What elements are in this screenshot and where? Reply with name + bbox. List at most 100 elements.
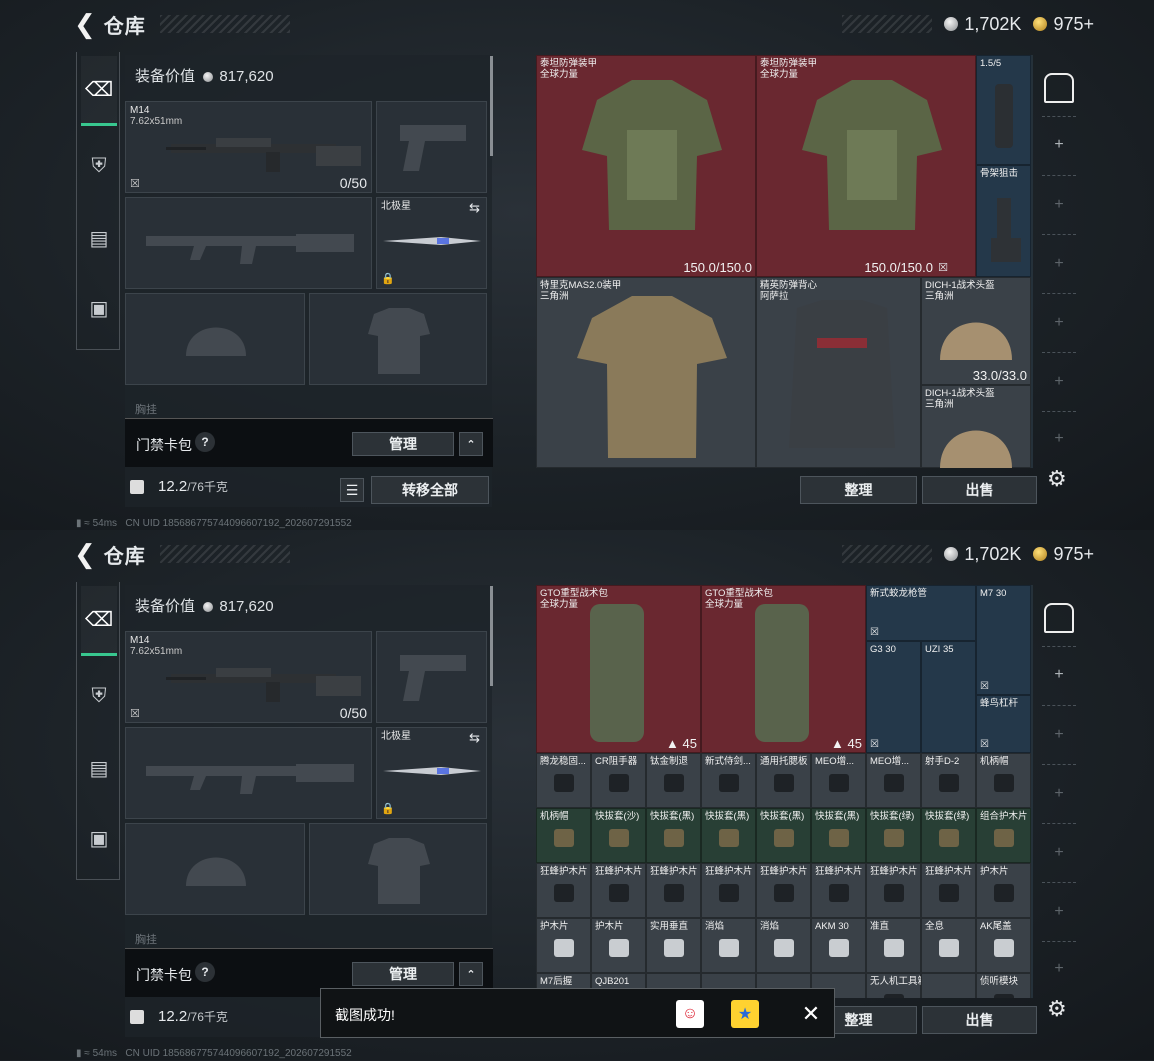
nav-briefcase-icon[interactable]: ▣ bbox=[81, 290, 117, 326]
stash-item[interactable]: 快拔套(沙) bbox=[591, 808, 646, 863]
stash-item[interactable]: 狂蜂护木片 bbox=[701, 863, 756, 918]
stash-item[interactable]: 狂蜂护木片 bbox=[811, 863, 866, 918]
stash-item[interactable]: 快拔套(绿) bbox=[866, 808, 921, 863]
equipment-scrollbar[interactable] bbox=[490, 586, 493, 686]
secondary-weapon-slot[interactable] bbox=[125, 197, 372, 289]
stash-item[interactable]: 骨架狙击 bbox=[976, 165, 1031, 277]
stash-item[interactable]: 新式侍剑... bbox=[701, 753, 756, 808]
swap-icon[interactable]: ⇆ bbox=[469, 730, 480, 746]
gold-amount[interactable]: 975+ bbox=[1053, 14, 1094, 35]
stash-home-icon[interactable] bbox=[1044, 73, 1074, 103]
stash-item[interactable]: G3 30 ☒ bbox=[866, 641, 921, 753]
gear-icon[interactable]: ⚙ bbox=[1047, 996, 1067, 1022]
melee-slot[interactable]: 北极星 ⇆ 🔒 bbox=[376, 197, 487, 289]
stash-item[interactable]: 泰坦防弹装甲 全球力量 150.0/150.0 bbox=[536, 55, 756, 277]
list-icon[interactable]: ☰ bbox=[340, 478, 364, 502]
stash-item[interactable]: AK尾盖 bbox=[976, 918, 1031, 973]
stash-item[interactable]: 特里克MAS2.0装甲 三角洲 bbox=[536, 277, 756, 468]
qzone-share-icon[interactable]: ★ bbox=[731, 1000, 759, 1028]
stash-item[interactable]: UZI 35 bbox=[921, 641, 976, 753]
stash-item[interactable]: 精英防弹背心 阿萨拉 bbox=[756, 277, 921, 468]
stash-item[interactable]: 侦听模块 bbox=[976, 973, 1031, 998]
stash-item[interactable]: 消焰 bbox=[756, 918, 811, 973]
stash-item[interactable]: 实用垂直 bbox=[646, 918, 701, 973]
body-armor-slot[interactable] bbox=[309, 293, 487, 385]
gold-amount[interactable]: 975+ bbox=[1053, 544, 1094, 565]
add-page-icon[interactable]: + bbox=[1051, 373, 1067, 391]
stash-item[interactable]: 狂蜂护木片 bbox=[591, 863, 646, 918]
sort-button[interactable]: 整理 bbox=[800, 476, 917, 504]
stash-item[interactable]: 准直 bbox=[866, 918, 921, 973]
stash-item[interactable]: M7 30 ☒ bbox=[976, 585, 1031, 695]
nav-backpack-icon[interactable]: ▤ bbox=[81, 220, 117, 256]
stash-item[interactable]: 新式蛟龙枪管 ☒ bbox=[866, 585, 976, 641]
stash-item[interactable]: 快拔套(黑) bbox=[756, 808, 811, 863]
chevron-left-icon[interactable]: ❮ bbox=[74, 11, 96, 37]
sell-button[interactable]: 出售 bbox=[922, 476, 1037, 504]
stash-item[interactable]: 通用托腮板 bbox=[756, 753, 811, 808]
add-page-icon[interactable]: + bbox=[1051, 960, 1067, 978]
help-icon[interactable]: ? bbox=[195, 962, 215, 982]
stash-item[interactable]: 快拔套(绿) bbox=[921, 808, 976, 863]
melee-slot[interactable]: 北极星 ⇆ 🔒 bbox=[376, 727, 487, 819]
chevron-up-icon[interactable]: ⌃ bbox=[459, 962, 483, 986]
add-page-icon[interactable]: + bbox=[1051, 844, 1067, 862]
equipment-scrollbar[interactable] bbox=[490, 56, 493, 156]
add-page-icon[interactable]: + bbox=[1051, 314, 1067, 332]
stash-item[interactable]: CR阻手器 bbox=[591, 753, 646, 808]
stash-home-icon[interactable] bbox=[1044, 603, 1074, 633]
stash-item[interactable]: 1.5/5 bbox=[976, 55, 1031, 165]
stash-item[interactable]: 护木片 bbox=[591, 918, 646, 973]
stash-item[interactable]: 腾龙稳固... bbox=[536, 753, 591, 808]
stash-item[interactable]: 钛金制退 bbox=[646, 753, 701, 808]
stash-item[interactable]: 快拔套(黑) bbox=[646, 808, 701, 863]
stash-item[interactable]: 全息 bbox=[921, 918, 976, 973]
stash-item[interactable]: 护木片 bbox=[536, 918, 591, 973]
secondary-weapon-slot[interactable] bbox=[125, 727, 372, 819]
qq-share-icon[interactable]: ☺ bbox=[676, 1000, 704, 1028]
swap-icon[interactable]: ⇆ bbox=[469, 200, 480, 216]
stash-item[interactable]: 狂蜂护木片 bbox=[536, 863, 591, 918]
close-icon[interactable]: ✕ bbox=[797, 1000, 825, 1028]
transfer-all-button[interactable]: 转移全部 bbox=[371, 476, 489, 504]
add-page-icon[interactable]: + bbox=[1051, 430, 1067, 448]
manage-button[interactable]: 管理 bbox=[352, 432, 454, 456]
stash-item[interactable]: 护木片 bbox=[976, 863, 1031, 918]
pistol-slot[interactable] bbox=[376, 101, 487, 193]
stash-item[interactable]: 机柄帽 bbox=[536, 808, 591, 863]
add-page-icon[interactable]: + bbox=[1051, 136, 1067, 154]
stash-item[interactable]: 狂蜂护木片 bbox=[646, 863, 701, 918]
helmet-slot[interactable] bbox=[125, 293, 305, 385]
nav-armor-icon[interactable]: ⛨ bbox=[81, 678, 117, 714]
stash-item[interactable]: 射手D-2 bbox=[921, 753, 976, 808]
pistol-slot[interactable] bbox=[376, 631, 487, 723]
stash-item[interactable] bbox=[921, 973, 976, 998]
stash-item[interactable]: MEO增... bbox=[811, 753, 866, 808]
add-page-icon[interactable]: + bbox=[1051, 785, 1067, 803]
chevron-left-icon[interactable]: ❮ bbox=[74, 541, 96, 567]
stash-item[interactable]: 快拔套(黑) bbox=[811, 808, 866, 863]
stash-item[interactable]: 机柄帽 bbox=[976, 753, 1031, 808]
add-page-icon[interactable]: + bbox=[1051, 726, 1067, 744]
nav-backpack-icon[interactable]: ▤ bbox=[81, 750, 117, 786]
stash-item[interactable]: DICH-1战术头盔 三角洲 33.0/33.0 bbox=[921, 277, 1031, 385]
manage-button[interactable]: 管理 bbox=[352, 962, 454, 986]
nav-weapons-gun-icon[interactable]: ⌫ bbox=[81, 56, 117, 126]
add-page-icon[interactable]: + bbox=[1051, 196, 1067, 214]
add-page-icon[interactable]: + bbox=[1051, 666, 1067, 684]
stash-item[interactable]: 狂蜂护木片 bbox=[756, 863, 811, 918]
nav-armor-icon[interactable]: ⛨ bbox=[81, 148, 117, 184]
nav-briefcase-icon[interactable]: ▣ bbox=[81, 820, 117, 856]
stash-item[interactable]: 狂蜂护木片 bbox=[866, 863, 921, 918]
stash-item[interactable]: 组合护木片 bbox=[976, 808, 1031, 863]
stash-item[interactable]: 蜂鸟杠杆 ☒ bbox=[976, 695, 1031, 753]
stash-item[interactable]: 无人机工具箱 bbox=[866, 973, 927, 998]
stash-item[interactable]: GTO重型战术包 全球力量 ▲ 45 bbox=[701, 585, 866, 753]
add-page-icon[interactable]: + bbox=[1051, 255, 1067, 273]
nav-weapons-gun-icon[interactable]: ⌫ bbox=[81, 586, 117, 656]
help-icon[interactable]: ? bbox=[195, 432, 215, 452]
stash-item[interactable]: 消焰 bbox=[701, 918, 756, 973]
sell-button[interactable]: 出售 bbox=[922, 1006, 1037, 1034]
add-page-icon[interactable]: + bbox=[1051, 903, 1067, 921]
stash-item[interactable]: 泰坦防弹装甲 全球力量 150.0/150.0 ☒ bbox=[756, 55, 976, 277]
